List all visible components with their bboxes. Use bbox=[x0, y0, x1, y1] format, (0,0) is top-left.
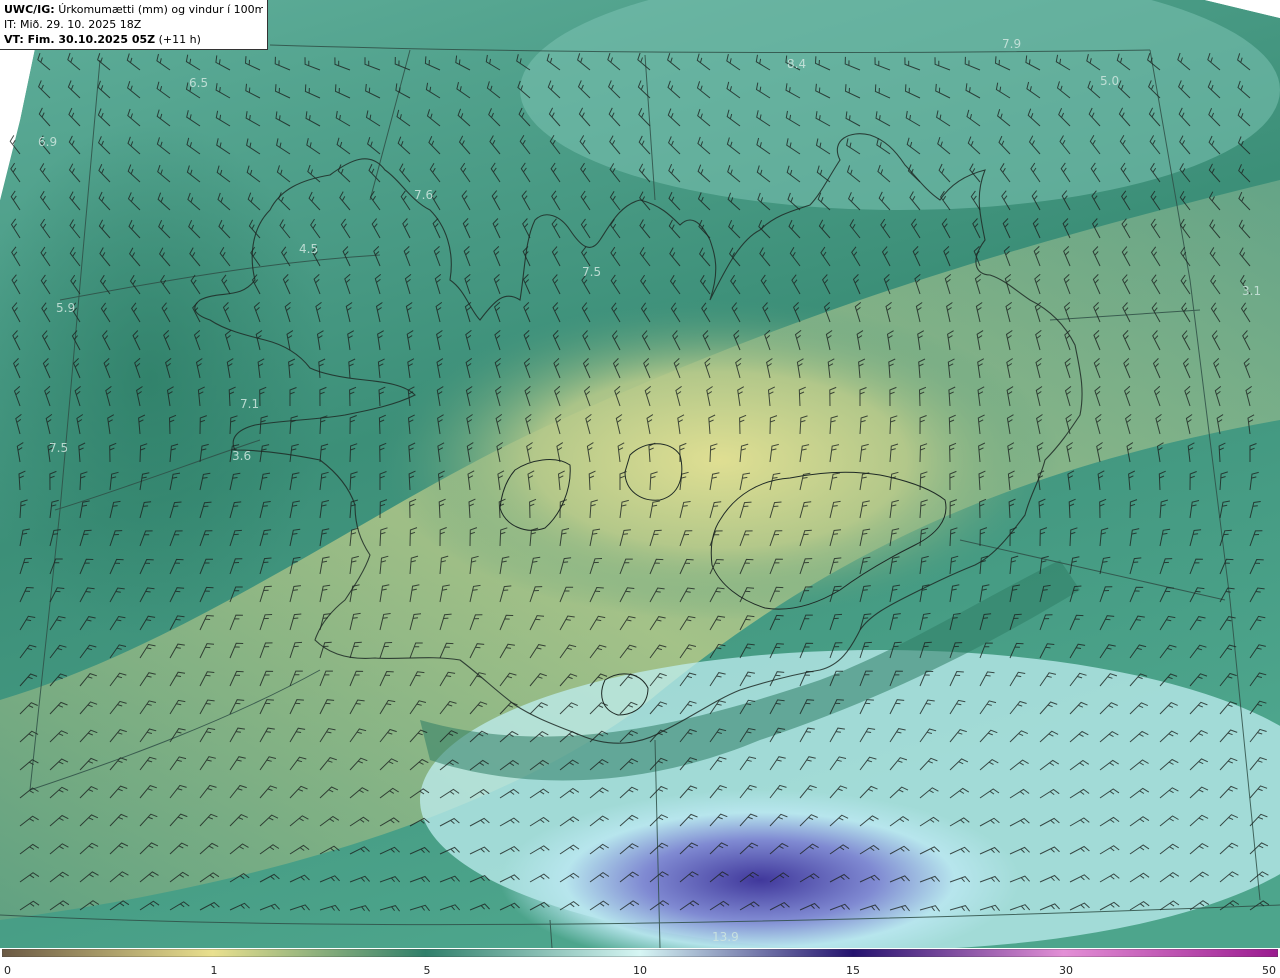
valid-time: VT: Fim. 30.10.2025 05Z bbox=[4, 33, 156, 46]
model-code: UWC/IG: bbox=[4, 3, 55, 16]
colorbar-tick: 50 bbox=[1262, 964, 1276, 977]
map-value: 6.9 bbox=[38, 135, 57, 149]
title-line: UWC/IG: Úrkomumætti (mm) og vindur í 100… bbox=[4, 2, 263, 17]
map-value: 6.5 bbox=[189, 76, 208, 90]
map-value: 3.6 bbox=[232, 449, 251, 463]
valid-time-line: VT: Fim. 30.10.2025 05Z (+11 h) bbox=[4, 32, 263, 47]
colorbar-tick: 1 bbox=[210, 964, 218, 977]
colorbar-tick: 0 bbox=[4, 964, 11, 977]
map-value: 8.4 bbox=[787, 57, 806, 71]
colorbar-strip bbox=[2, 949, 1278, 957]
map-value: 13.9 bbox=[712, 930, 739, 944]
map-value: 7.1 bbox=[240, 397, 259, 411]
map-value: 7.5 bbox=[49, 441, 68, 455]
init-time: IT: Mið. 29. 10. 2025 18Z bbox=[4, 18, 142, 31]
map-value: 7.9 bbox=[1002, 37, 1021, 51]
map-value: 7.5 bbox=[582, 265, 601, 279]
colorbar-tick: 10 bbox=[633, 964, 647, 977]
weather-map: 6.5 6.9 8.4 7.9 5.0 7.6 4.5 5.9 7.5 3.1 … bbox=[0, 0, 1280, 948]
colorbar-tick: 5 bbox=[423, 964, 431, 977]
map-value: 7.6 bbox=[414, 188, 433, 202]
colorbar-tick: 30 bbox=[1059, 964, 1073, 977]
map-value: 5.9 bbox=[56, 301, 75, 315]
map-title: Úrkomumætti (mm) og vindur í 100m hæð bbox=[58, 3, 263, 16]
map-info-box: UWC/IG: Úrkomumætti (mm) og vindur í 100… bbox=[0, 0, 268, 50]
lead-time: (+11 h) bbox=[158, 33, 201, 46]
colorbar-tick: 15 bbox=[846, 964, 860, 977]
map-value: 3.1 bbox=[1242, 284, 1261, 298]
colorbar: 0 1 5 10 15 30 50 bbox=[0, 948, 1280, 978]
map-value: 5.0 bbox=[1100, 74, 1119, 88]
map-value: 4.5 bbox=[299, 242, 318, 256]
